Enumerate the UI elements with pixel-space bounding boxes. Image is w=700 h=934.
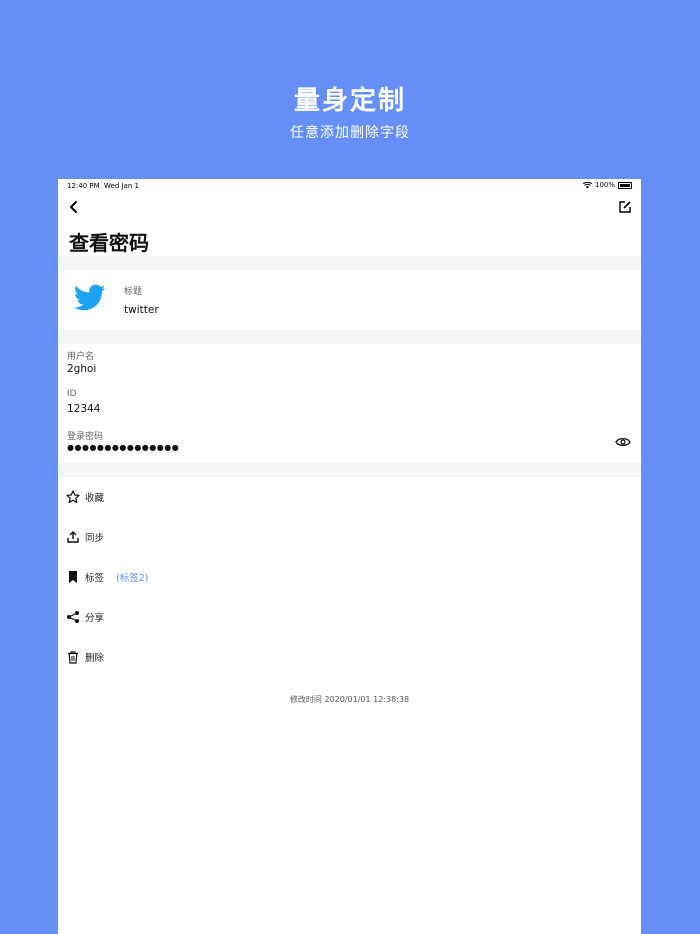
bookmark-icon xyxy=(69,571,77,583)
promo-headline: 量身定制 xyxy=(293,86,406,116)
eye-icon[interactable] xyxy=(615,436,631,448)
upload-icon xyxy=(67,531,79,543)
page-title: 查看密码 xyxy=(69,231,149,255)
status-bar: 12:40 PM Wed Jan 1 100% xyxy=(58,179,641,193)
modified-time: 修改时间 2020/01/01 12:38:38 xyxy=(289,695,410,704)
share-button[interactable]: 分享 xyxy=(66,607,104,627)
tag-label: 标签 xyxy=(85,573,105,584)
title-value: twitter xyxy=(124,304,159,316)
id-value[interactable]: 12344 xyxy=(67,403,100,415)
title-card[interactable]: 标题 twitter xyxy=(58,270,641,330)
trash-icon xyxy=(68,651,78,664)
battery-icon xyxy=(618,181,632,189)
password-value[interactable]: ●●●●●●●●●●●●●●● xyxy=(67,443,179,452)
username-value[interactable]: 2ghoi xyxy=(67,363,96,375)
favorite-button[interactable]: 收藏 xyxy=(66,487,104,507)
id-label: ID xyxy=(67,389,77,399)
battery-percent: 100% xyxy=(594,181,615,189)
password-label: 登录密码 xyxy=(67,432,104,442)
divider xyxy=(58,463,641,477)
tag-button[interactable]: 标签 (标签2) xyxy=(66,567,148,587)
title-label: 标题 xyxy=(124,287,143,297)
status-time: 12:40 PM xyxy=(67,182,100,190)
twitter-bird-icon xyxy=(74,284,106,311)
star-icon xyxy=(66,490,80,504)
edit-button[interactable] xyxy=(617,199,633,215)
username-label: 用户名 xyxy=(67,352,95,362)
share-label: 分享 xyxy=(85,613,105,624)
wifi-icon xyxy=(582,181,592,188)
sync-label: 同步 xyxy=(85,533,105,544)
back-button[interactable] xyxy=(66,199,82,215)
delete-label: 删除 xyxy=(85,653,105,664)
tag-value[interactable]: (标签2) xyxy=(116,570,148,584)
status-date: Wed Jan 1 xyxy=(104,182,139,190)
status-right: 100% xyxy=(582,181,632,189)
promo-subhead: 任意添加删除字段 xyxy=(290,125,410,141)
device-screen: 12:40 PM Wed Jan 1 100% 查看密码 标题 twitter … xyxy=(58,179,641,934)
delete-button[interactable]: 删除 xyxy=(66,647,104,667)
favorite-label: 收藏 xyxy=(85,493,105,504)
divider xyxy=(58,256,641,270)
share-icon xyxy=(67,611,79,623)
divider xyxy=(58,330,641,344)
sync-button[interactable]: 同步 xyxy=(66,527,104,547)
